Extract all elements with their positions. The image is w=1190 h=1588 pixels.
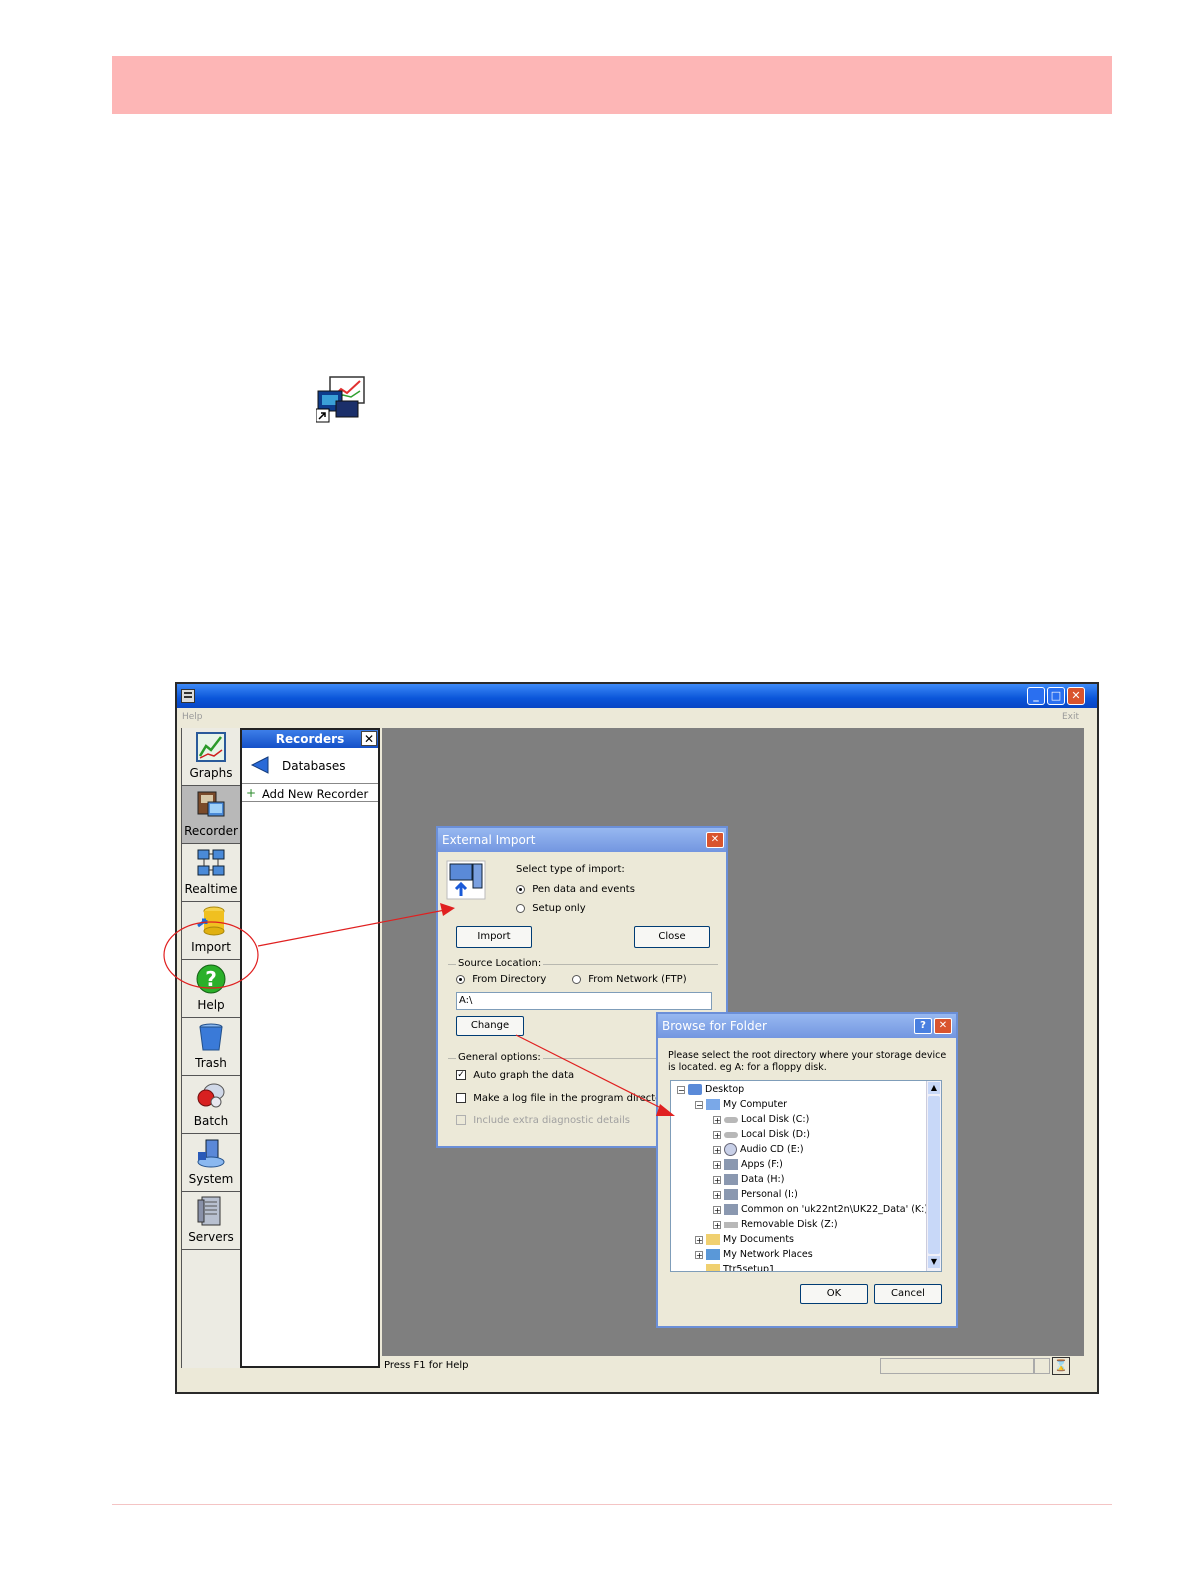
annotation-arrow-import — [257, 909, 446, 947]
import-highlight-circle — [163, 921, 259, 989]
annotation-overlay — [163, 903, 675, 1116]
annotation-arrow-change — [515, 1034, 666, 1111]
arrowhead — [656, 1104, 675, 1116]
arrowhead — [440, 903, 455, 916]
footer-rule — [112, 1504, 1112, 1505]
